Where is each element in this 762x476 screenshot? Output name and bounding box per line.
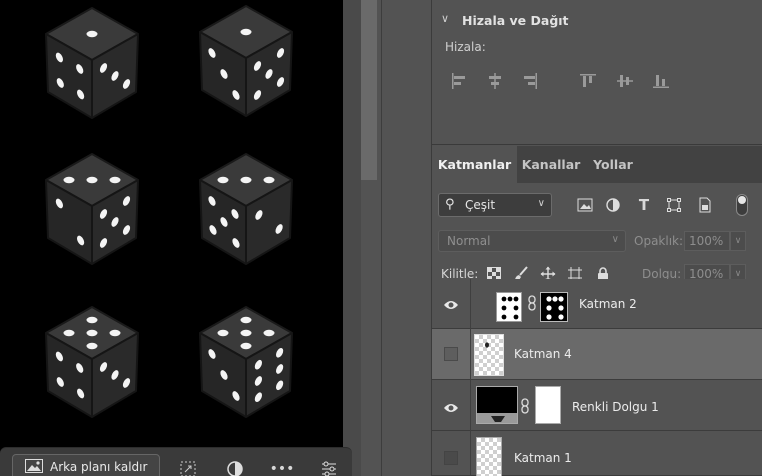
align-right-icon[interactable] bbox=[520, 71, 540, 91]
die-1 bbox=[42, 6, 142, 122]
chevron-down-icon[interactable]: ∨ bbox=[441, 12, 449, 25]
filter-shape-icon[interactable] bbox=[665, 196, 683, 214]
layer-name: Katman 4 bbox=[514, 347, 572, 361]
chevron-down-icon: ∨ bbox=[611, 234, 619, 245]
align-label: Hizala: bbox=[445, 40, 486, 54]
opacity-dropdown-icon[interactable]: ∨ bbox=[730, 231, 746, 251]
align-bottom-icon[interactable] bbox=[651, 71, 671, 91]
die-4 bbox=[196, 152, 296, 268]
more-icon[interactable]: ••• bbox=[270, 458, 295, 476]
filter-pixel-icon[interactable] bbox=[576, 196, 594, 214]
search-icon: ⚲ bbox=[445, 197, 455, 212]
visibility-toggle-off[interactable] bbox=[444, 347, 458, 361]
adjustment-icon[interactable] bbox=[224, 458, 246, 476]
layers-panel-tabs: Katmanlar Kanallar Yollar bbox=[432, 146, 762, 183]
filter-value: Çeşit bbox=[465, 198, 496, 212]
die-5 bbox=[42, 305, 142, 421]
align-vertical-center-icon[interactable] bbox=[615, 71, 635, 91]
layer-filter-select[interactable]: ⚲ Çeşit ∨ bbox=[438, 193, 552, 217]
align-left-icon[interactable] bbox=[449, 71, 469, 91]
layer-thumbnail bbox=[474, 334, 504, 376]
opacity-label: Opaklık: bbox=[634, 234, 684, 248]
vertical-scrollbar-thumb[interactable] bbox=[361, 0, 377, 180]
tab-layers[interactable]: Katmanlar bbox=[432, 146, 517, 183]
contextual-task-bar: Arka planı kaldır ••• bbox=[0, 447, 352, 476]
remove-background-label: Arka planı kaldır bbox=[50, 460, 148, 474]
align-horizontal-center-icon[interactable] bbox=[485, 71, 505, 91]
die-3 bbox=[42, 152, 142, 268]
filter-toggle-switch[interactable] bbox=[736, 194, 748, 216]
blend-row: Normal ∨ Opaklık: 100% ∨ bbox=[432, 228, 762, 254]
panel-gutter bbox=[377, 0, 431, 476]
eye-icon[interactable] bbox=[443, 400, 459, 416]
visibility-toggle-off[interactable] bbox=[444, 451, 458, 465]
vertical-scrollbar-track[interactable] bbox=[361, 180, 377, 476]
right-panel: ∨ Hizala ve Dağıt Hizala: Katmanlar Kana… bbox=[431, 0, 762, 476]
filter-type-icon[interactable]: T bbox=[635, 196, 653, 214]
chevron-down-icon: ∨ bbox=[537, 198, 545, 209]
layer-row-katman-1[interactable]: Katman 1 bbox=[432, 431, 762, 476]
die-6 bbox=[196, 305, 296, 421]
canvas-scroll-gutter bbox=[343, 0, 361, 476]
image-icon bbox=[25, 458, 43, 476]
transform-icon[interactable] bbox=[177, 458, 199, 476]
layer-name: Katman 1 bbox=[514, 451, 572, 465]
layer-mask-thumbnail[interactable] bbox=[540, 292, 568, 322]
die-2 bbox=[196, 4, 296, 120]
remove-background-button[interactable]: Arka planı kaldır bbox=[12, 454, 160, 476]
align-distribute-section: ∨ Hizala ve Dağıt Hizala: bbox=[432, 0, 762, 145]
layer-thumbnail bbox=[496, 292, 522, 322]
sliders-icon[interactable] bbox=[318, 458, 340, 476]
document-canvas[interactable] bbox=[0, 0, 343, 476]
tab-paths[interactable]: Yollar bbox=[585, 146, 641, 183]
filter-adjustment-icon[interactable] bbox=[604, 196, 622, 214]
layer-mask-thumbnail[interactable] bbox=[535, 386, 561, 424]
fill-layer-thumbnail[interactable] bbox=[476, 386, 518, 424]
layer-name: Katman 2 bbox=[579, 297, 637, 311]
blend-mode-value: Normal bbox=[447, 234, 491, 248]
opacity-input[interactable]: 100% bbox=[684, 231, 730, 251]
eye-icon[interactable] bbox=[443, 297, 459, 313]
link-icon[interactable] bbox=[527, 295, 537, 311]
layer-row-katman-2[interactable]: Katman 2 bbox=[432, 279, 762, 329]
blend-mode-select[interactable]: Normal ∨ bbox=[438, 230, 626, 252]
layer-thumbnail bbox=[476, 437, 502, 476]
align-section-title: Hizala ve Dağıt bbox=[462, 13, 569, 28]
layer-row-renkli-dolgu-1[interactable]: Renkli Dolgu 1 bbox=[432, 380, 762, 431]
link-icon[interactable] bbox=[520, 398, 530, 414]
filter-smart-object-icon[interactable] bbox=[696, 196, 714, 214]
layer-filter-row: ⚲ Çeşit ∨ T bbox=[432, 190, 762, 222]
tab-channels[interactable]: Kanallar bbox=[517, 146, 585, 183]
layer-name: Renkli Dolgu 1 bbox=[572, 400, 659, 414]
layer-row-katman-4[interactable]: Katman 4 bbox=[432, 329, 762, 380]
align-top-icon[interactable] bbox=[578, 71, 598, 91]
